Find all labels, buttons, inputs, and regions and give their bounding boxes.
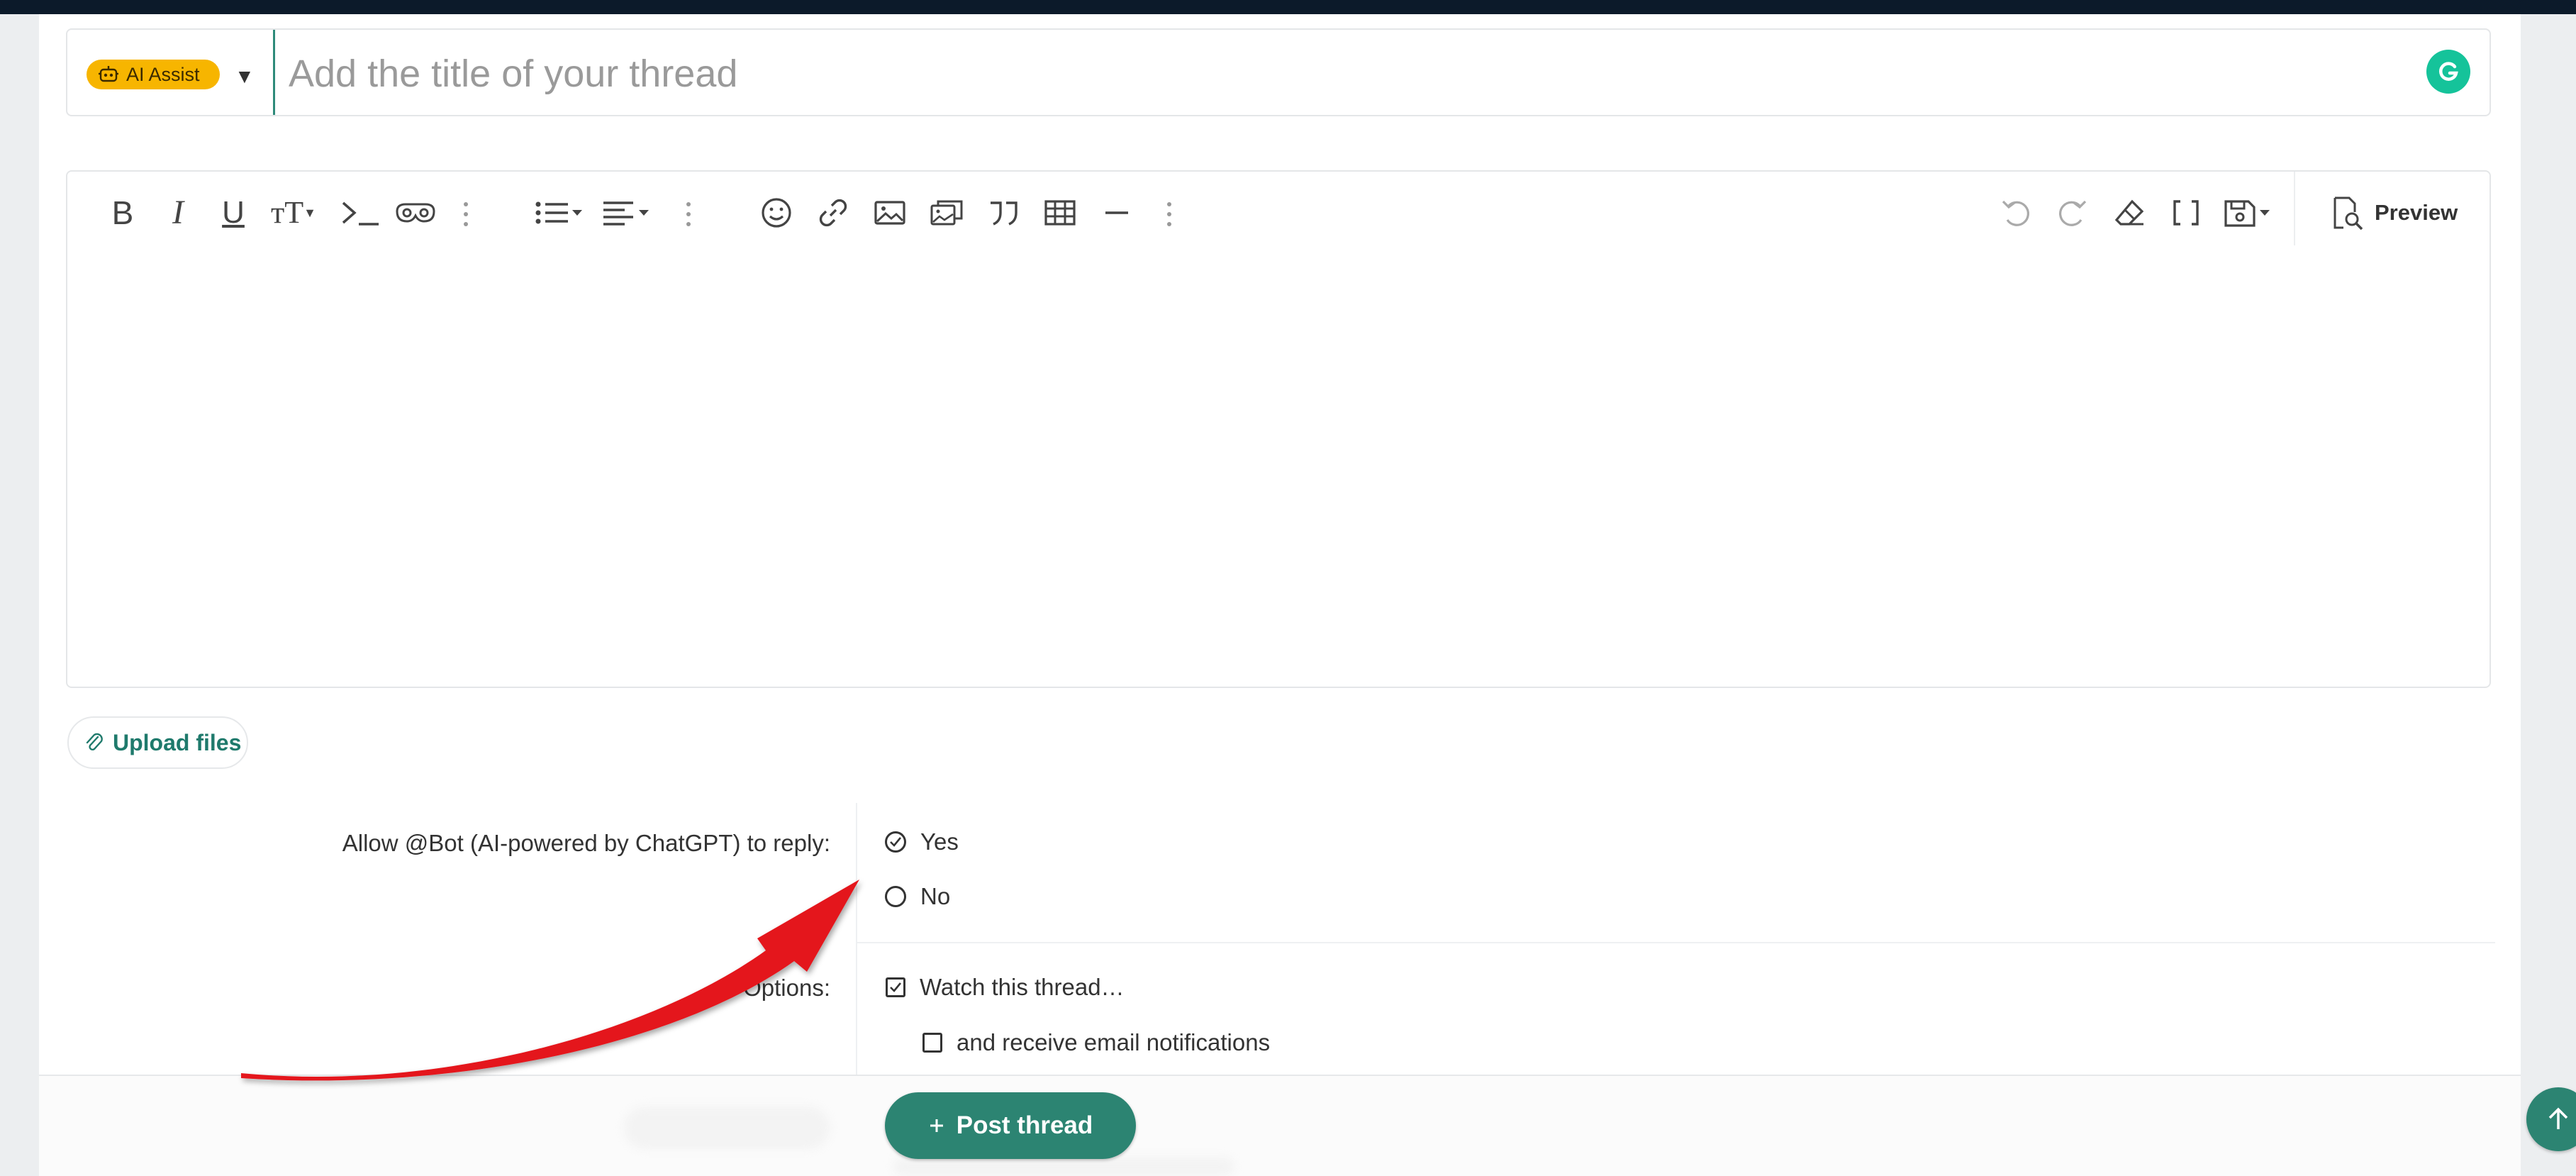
- editor-content-area[interactable]: [67, 245, 2489, 685]
- italic-icon[interactable]: I: [158, 193, 198, 233]
- thread-title-row: AI Assist ▼: [66, 28, 2491, 116]
- emoji-icon[interactable]: [757, 193, 796, 233]
- watch-thread-label: Watch this thread…: [920, 974, 1125, 1000]
- footer-divider: [39, 1075, 2521, 1076]
- arrow-up-icon: [2548, 1107, 2568, 1129]
- bbcode-icon[interactable]: [2166, 193, 2206, 233]
- paperclip-icon: [86, 733, 103, 751]
- checkbox-checked-icon: [886, 977, 905, 997]
- form-row-divider: [857, 942, 2495, 943]
- font-size-icon[interactable]: ᴛT ▼: [262, 193, 325, 233]
- preview-label: Preview: [2375, 200, 2458, 225]
- email-notifications-label: and receive email notifications: [957, 1029, 1271, 1055]
- ai-assist-label: AI Assist: [126, 63, 200, 85]
- bot-reply-label: Allow @Bot (AI-powered by ChatGPT) to re…: [342, 830, 830, 856]
- radio-unchecked-icon: [885, 886, 906, 907]
- align-icon[interactable]: [599, 193, 656, 233]
- drafts-icon[interactable]: [2220, 193, 2277, 233]
- eraser-icon[interactable]: [2109, 193, 2149, 233]
- underline-icon[interactable]: U: [213, 193, 253, 233]
- ai-assist-button[interactable]: AI Assist: [87, 60, 220, 89]
- robot-icon: [99, 66, 118, 82]
- scroll-to-top-button[interactable]: [2526, 1087, 2576, 1151]
- upload-files-label: Upload files: [113, 729, 242, 755]
- bot-reply-no-label: No: [920, 883, 951, 909]
- message-editor: B I U ᴛT ▼ Preview: [66, 170, 2491, 688]
- email-notifications-checkbox[interactable]: and receive email notifications: [922, 1029, 1270, 1056]
- horizontal-rule-icon[interactable]: [1097, 193, 1137, 233]
- image-icon[interactable]: [870, 193, 910, 233]
- top-nav-bar: [0, 0, 2576, 14]
- spoiler-icon[interactable]: [391, 193, 440, 233]
- radio-checked-icon: [885, 831, 906, 853]
- more-icon[interactable]: [1165, 200, 1173, 228]
- toolbar-divider: [2294, 172, 2295, 245]
- quote-icon[interactable]: [983, 193, 1023, 233]
- text-cursor: [273, 30, 275, 115]
- editor-toolbar: B I U ᴛT ▼ Preview: [67, 172, 2489, 245]
- blurred-element: [893, 1158, 1234, 1176]
- redo-icon[interactable]: [2053, 193, 2092, 233]
- bot-reply-yes-radio[interactable]: Yes: [885, 828, 959, 855]
- plus-icon: [930, 1119, 943, 1132]
- more-icon[interactable]: [462, 200, 470, 228]
- post-thread-label: Post thread: [956, 1111, 1093, 1139]
- grammarly-icon[interactable]: [2426, 50, 2470, 94]
- table-icon[interactable]: [1040, 193, 1080, 233]
- chevron-down-icon[interactable]: ▼: [235, 65, 255, 88]
- upload-files-button[interactable]: Upload files: [67, 716, 248, 769]
- bot-reply-no-radio[interactable]: No: [885, 883, 950, 910]
- media-icon[interactable]: [927, 193, 966, 233]
- blurred-element: [624, 1106, 830, 1149]
- undo-icon[interactable]: [1996, 193, 2036, 233]
- watch-thread-checkbox[interactable]: Watch this thread…: [886, 974, 1125, 1001]
- options-label: Options:: [743, 975, 830, 1001]
- preview-icon: [2334, 196, 2363, 231]
- more-icon[interactable]: [684, 200, 693, 228]
- post-thread-button[interactable]: Post thread: [885, 1092, 1136, 1159]
- form-footer: [39, 1076, 2521, 1176]
- code-icon[interactable]: [335, 193, 385, 233]
- bold-icon[interactable]: B: [103, 193, 143, 233]
- thread-title-input[interactable]: [287, 50, 2346, 98]
- checkbox-unchecked-icon: [922, 1033, 942, 1053]
- link-icon[interactable]: [813, 193, 853, 233]
- bot-reply-yes-label: Yes: [920, 828, 959, 855]
- list-icon[interactable]: [531, 193, 588, 233]
- preview-button[interactable]: Preview: [2329, 193, 2458, 233]
